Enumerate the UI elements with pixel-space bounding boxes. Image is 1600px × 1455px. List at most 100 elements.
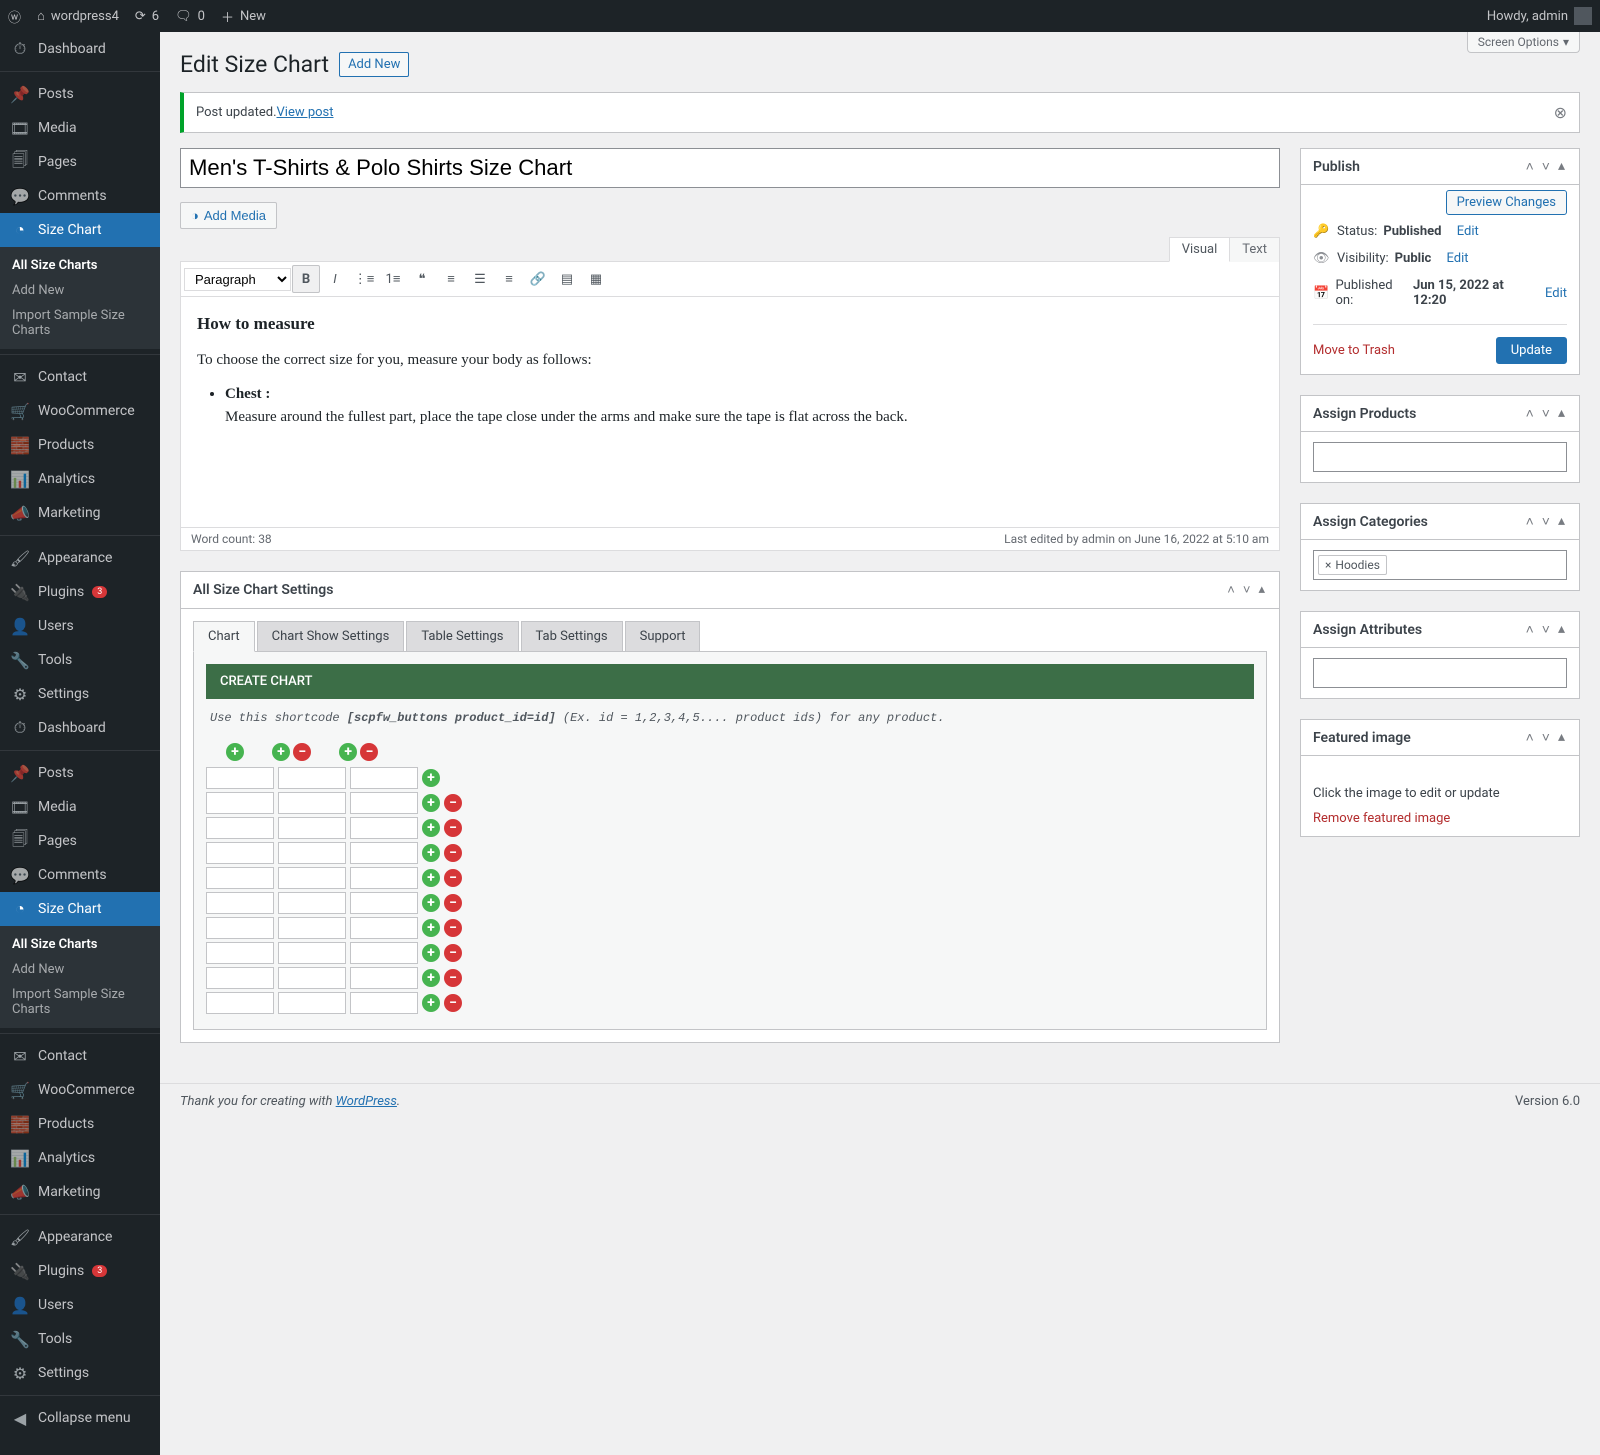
- bold-button[interactable]: B: [292, 265, 320, 293]
- sidebar-item-size-chart[interactable]: ◔Size Chart: [0, 892, 160, 926]
- toggle-icon[interactable]: ▴: [1256, 582, 1267, 598]
- collapse-menu[interactable]: ◀Collapse menu: [0, 1401, 160, 1435]
- chevron-down-icon[interactable]: ˅: [1540, 158, 1552, 175]
- chevron-up-icon[interactable]: ˄: [1524, 158, 1536, 175]
- toggle-icon[interactable]: ▴: [1556, 729, 1567, 746]
- sidebar-item-size-chart[interactable]: ◔Size Chart: [0, 213, 160, 247]
- add-row-button[interactable]: +: [422, 844, 440, 862]
- sidebar-item-users[interactable]: 👤Users: [0, 609, 160, 643]
- chevron-up-icon[interactable]: ˄: [1524, 621, 1536, 638]
- chevron-up-icon[interactable]: ˄: [1524, 513, 1536, 530]
- chart-cell[interactable]: [278, 992, 346, 1014]
- sidebar-item-posts[interactable]: 📌Posts: [0, 756, 160, 790]
- add-row-button[interactable]: +: [422, 894, 440, 912]
- chevron-up-icon[interactable]: ˄: [1225, 582, 1237, 598]
- chart-cell[interactable]: [206, 817, 274, 839]
- chart-cell[interactable]: [278, 842, 346, 864]
- more-button[interactable]: ▤: [553, 265, 581, 293]
- remove-row-button[interactable]: −: [444, 894, 462, 912]
- chart-cell[interactable]: [206, 892, 274, 914]
- add-row-button[interactable]: +: [422, 794, 440, 812]
- align-left-button[interactable]: ≡: [437, 265, 465, 293]
- edit-status-link[interactable]: Edit: [1457, 224, 1479, 239]
- add-row-button[interactable]: +: [422, 969, 440, 987]
- add-column-button[interactable]: +: [226, 743, 244, 761]
- sidebar-item-plugins[interactable]: 🔌Plugins 3: [0, 575, 160, 609]
- add-row-button[interactable]: +: [422, 944, 440, 962]
- chart-cell[interactable]: [350, 792, 418, 814]
- sidebar-item-plugins[interactable]: 🔌Plugins 3: [0, 1254, 160, 1288]
- chart-cell[interactable]: [278, 792, 346, 814]
- tab-visual[interactable]: Visual: [1169, 237, 1231, 262]
- chart-cell[interactable]: [278, 867, 346, 889]
- submenu-all-size-charts[interactable]: All Size Charts: [0, 253, 160, 278]
- update-button[interactable]: Update: [1496, 337, 1567, 364]
- preview-changes-button[interactable]: Preview Changes: [1446, 190, 1567, 215]
- remove-featured-image-link[interactable]: Remove featured image: [1313, 811, 1450, 826]
- remove-column-button[interactable]: −: [360, 743, 378, 761]
- post-title-input[interactable]: [180, 148, 1280, 188]
- align-center-button[interactable]: ☰: [466, 265, 494, 293]
- remove-row-button[interactable]: −: [444, 794, 462, 812]
- settings-tab-tab-settings[interactable]: Tab Settings: [521, 621, 623, 652]
- sidebar-item-woocommerce[interactable]: 🛒WooCommerce: [0, 1073, 160, 1107]
- remove-row-button[interactable]: −: [444, 944, 462, 962]
- sidebar-item-marketing[interactable]: 📣Marketing: [0, 496, 160, 530]
- add-column-button[interactable]: +: [272, 743, 290, 761]
- italic-button[interactable]: I: [321, 265, 349, 293]
- view-post-link[interactable]: View post: [277, 105, 334, 120]
- sidebar-item-marketing[interactable]: 📣Marketing: [0, 1175, 160, 1209]
- settings-tab-chart-show-settings[interactable]: Chart Show Settings: [257, 621, 405, 652]
- chart-header-cell[interactable]: [278, 767, 346, 789]
- add-row-button[interactable]: +: [422, 869, 440, 887]
- editor-body[interactable]: How to measure To choose the correct siz…: [181, 297, 1279, 527]
- chart-cell[interactable]: [206, 842, 274, 864]
- align-right-button[interactable]: ≡: [495, 265, 523, 293]
- chart-cell[interactable]: [350, 892, 418, 914]
- sidebar-item-dashboard[interactable]: ⏱Dashboard: [0, 711, 160, 745]
- sidebar-item-woocommerce[interactable]: 🛒WooCommerce: [0, 394, 160, 428]
- chart-header-cell[interactable]: [350, 767, 418, 789]
- submenu-add-new[interactable]: Add New: [0, 278, 160, 303]
- add-row-button[interactable]: +: [422, 769, 440, 787]
- edit-visibility-link[interactable]: Edit: [1447, 251, 1469, 266]
- site-link[interactable]: ⌂wordpress4: [37, 8, 119, 24]
- sidebar-item-comments[interactable]: 💬Comments: [0, 858, 160, 892]
- category-chip[interactable]: ×Hoodies: [1318, 555, 1387, 575]
- dismiss-notice-button[interactable]: ⊗: [1554, 103, 1567, 122]
- add-row-button[interactable]: +: [422, 819, 440, 837]
- attributes-input[interactable]: [1313, 658, 1567, 688]
- bullet-list-button[interactable]: ⋮≡: [350, 265, 378, 293]
- chart-cell[interactable]: [278, 892, 346, 914]
- toggle-icon[interactable]: ▴: [1556, 513, 1567, 530]
- add-new-button[interactable]: Add New: [339, 52, 409, 77]
- sidebar-item-analytics[interactable]: 📊Analytics: [0, 462, 160, 496]
- comments-link[interactable]: 🗨0: [175, 9, 205, 24]
- sidebar-item-settings[interactable]: ⚙Settings: [0, 677, 160, 711]
- chart-cell[interactable]: [278, 817, 346, 839]
- sidebar-item-posts[interactable]: 📌Posts: [0, 77, 160, 111]
- toggle-icon[interactable]: ▴: [1556, 621, 1567, 638]
- chart-cell[interactable]: [206, 867, 274, 889]
- link-button[interactable]: 🔗: [524, 265, 552, 293]
- remove-row-button[interactable]: −: [444, 869, 462, 887]
- add-media-button[interactable]: ◑ Add Media: [180, 202, 277, 229]
- featured-image-thumb[interactable]: [1313, 766, 1567, 776]
- sidebar-item-contact[interactable]: ✉Contact: [0, 1039, 160, 1073]
- chart-cell[interactable]: [350, 842, 418, 864]
- chart-cell[interactable]: [350, 867, 418, 889]
- add-row-button[interactable]: +: [422, 994, 440, 1012]
- remove-row-button[interactable]: −: [444, 819, 462, 837]
- chart-cell[interactable]: [350, 992, 418, 1014]
- remove-row-button[interactable]: −: [444, 844, 462, 862]
- add-column-button[interactable]: +: [339, 743, 357, 761]
- submenu-import-sample[interactable]: Import Sample Size Charts: [0, 303, 160, 343]
- chart-cell[interactable]: [206, 992, 274, 1014]
- remove-row-button[interactable]: −: [444, 969, 462, 987]
- remove-row-button[interactable]: −: [444, 919, 462, 937]
- sidebar-item-appearance[interactable]: 🖌Appearance: [0, 1220, 160, 1254]
- chevron-down-icon[interactable]: ˅: [1540, 729, 1552, 746]
- remove-row-button[interactable]: −: [444, 994, 462, 1012]
- chart-header-cell[interactable]: [206, 767, 274, 789]
- move-to-trash-link[interactable]: Move to Trash: [1313, 343, 1395, 358]
